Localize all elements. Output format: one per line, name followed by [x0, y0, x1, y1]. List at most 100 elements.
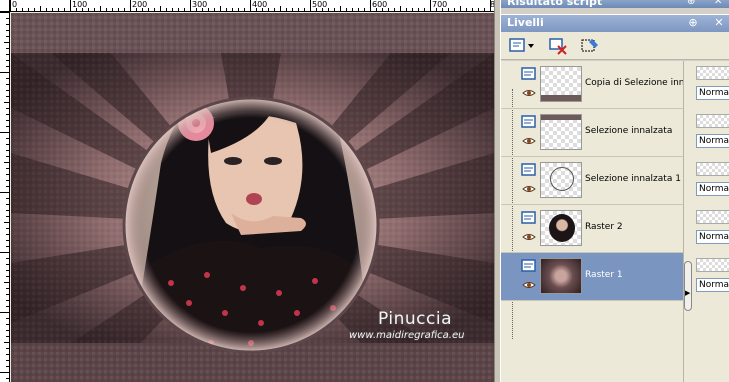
vertical-ruler	[0, 12, 10, 382]
expand-arrow-icon[interactable]: ▶	[685, 289, 690, 297]
ruler-tick	[0, 252, 9, 253]
mask-thumbnail	[696, 210, 729, 224]
ruler-tick	[6, 30, 9, 31]
ruler-tick	[64, 8, 65, 11]
edit-layer-button[interactable]	[579, 35, 601, 57]
ruler-tick	[412, 8, 413, 11]
ruler-tick	[46, 8, 47, 11]
mask-thumbnail	[696, 162, 729, 176]
mask-thumbnail	[696, 114, 729, 128]
eye-icon[interactable]	[522, 281, 536, 289]
ruler-tick	[6, 246, 9, 247]
ruler-tick	[160, 6, 161, 11]
ruler-tick	[94, 8, 95, 11]
ruler-tick	[22, 8, 23, 11]
eye-icon[interactable]	[522, 89, 536, 97]
pin-icon[interactable]: ⊕	[687, 16, 699, 29]
ruler-tick	[6, 84, 9, 85]
layer-row[interactable]: Selezione innalzata 1	[501, 157, 683, 205]
ruler-tick	[6, 294, 9, 295]
ruler-tick	[4, 42, 9, 43]
eye-icon[interactable]	[522, 185, 536, 193]
ruler-tick	[376, 8, 377, 11]
ruler-tick	[0, 12, 9, 13]
ruler-tick	[100, 6, 101, 11]
ruler-tick	[130, 0, 131, 11]
ruler-tick	[4, 282, 9, 283]
ruler-tick	[6, 210, 9, 211]
ruler-tick	[340, 6, 341, 11]
layer-icon[interactable]	[521, 115, 537, 129]
delete-layer-button[interactable]	[547, 35, 569, 57]
ruler-tick	[484, 8, 485, 11]
ruler-tick	[418, 8, 419, 11]
layer-row[interactable]: Selezione innalzata	[501, 109, 683, 157]
layer-name: Copia di Selezione inna	[585, 78, 690, 88]
ruler-tick	[4, 162, 9, 163]
ruler-tick	[6, 138, 9, 139]
eye-icon[interactable]	[522, 137, 536, 145]
layer-thumbnail	[540, 162, 582, 198]
close-icon[interactable]: ✕	[713, 16, 725, 29]
layer-name: Raster 2	[585, 222, 623, 232]
ruler-tick	[232, 8, 233, 11]
layer-icon[interactable]	[521, 211, 537, 225]
scrollbar-thumb[interactable]	[684, 261, 692, 311]
blend-mode-select[interactable]: Normal	[696, 278, 729, 292]
ruler-tick	[6, 378, 9, 379]
layer-row[interactable]: Copia di Selezione inna	[501, 61, 690, 109]
ruler-tick	[4, 222, 9, 223]
blend-mode-select[interactable]: Normal	[696, 182, 729, 196]
ruler-tick	[238, 8, 239, 11]
watermark-url: www.maidiregrafica.eu	[349, 330, 465, 341]
ruler-tick	[6, 318, 9, 319]
image-canvas[interactable]: Pinuccia www.maidiregrafica.eu	[11, 13, 494, 382]
ruler-tick	[442, 8, 443, 11]
new-raster-layer-button[interactable]	[507, 35, 537, 57]
layer-row[interactable]: Raster 1	[501, 253, 683, 301]
close-icon[interactable]: ✕	[714, 0, 722, 7]
ruler-h-label: 300	[192, 0, 208, 9]
ruler-tick	[34, 8, 35, 11]
ruler-tick	[6, 204, 9, 205]
ruler-tick	[6, 36, 9, 37]
ruler-tick	[262, 8, 263, 11]
ruler-tick	[4, 102, 9, 103]
ruler-tick	[268, 8, 269, 11]
ruler-tick	[478, 8, 479, 11]
eye-icon[interactable]	[522, 233, 536, 241]
image-canvas-window: 0 100 200 300 400 500 600 700 800	[0, 0, 500, 382]
ruler-tick	[6, 54, 9, 55]
layers-list-scrollbar[interactable]: ▶	[683, 61, 692, 382]
ruler-tick	[400, 6, 401, 11]
ruler-tick	[256, 8, 257, 11]
layer-icon[interactable]	[521, 163, 537, 177]
layer-icon[interactable]	[521, 67, 537, 81]
blend-mode-select[interactable]: Normal	[696, 134, 729, 148]
ruler-tick	[292, 8, 293, 11]
new-raster-layer-icon	[509, 38, 534, 52]
ruler-tick	[0, 72, 9, 73]
ruler-tick	[406, 8, 407, 11]
ruler-tick	[6, 168, 9, 169]
blend-mode-select[interactable]: Normal	[696, 86, 729, 100]
ruler-tick	[6, 360, 9, 361]
mask-thumbnail	[696, 66, 729, 80]
layer-icon[interactable]	[521, 259, 537, 273]
ruler-tick	[6, 96, 9, 97]
blend-mode-select[interactable]: Normal	[696, 230, 729, 244]
ruler-tick	[0, 192, 9, 193]
layer-row[interactable]: Raster 2	[501, 205, 683, 253]
ruler-tick	[184, 8, 185, 11]
ruler-tick	[0, 132, 9, 133]
ruler-tick	[298, 8, 299, 11]
ruler-tick	[6, 186, 9, 187]
ruler-tick	[304, 8, 305, 11]
pin-icon[interactable]: ⊕	[687, 0, 695, 7]
ruler-tick	[472, 8, 473, 11]
ruler-tick	[388, 8, 389, 11]
ruler-tick	[382, 8, 383, 11]
ruler-tick	[6, 300, 9, 301]
ruler-tick	[364, 8, 365, 11]
layer-thumbnail	[540, 114, 582, 150]
